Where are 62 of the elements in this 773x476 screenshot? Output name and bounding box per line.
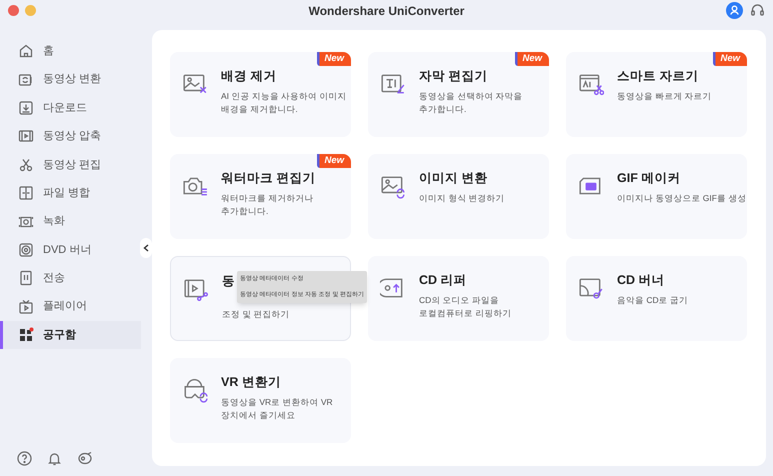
- account-icon[interactable]: [726, 2, 743, 19]
- tool-description: 동영상을 VR로 변환하여 VR 장치에서 즐기세요: [221, 396, 333, 422]
- chat-icon[interactable]: [77, 451, 93, 466]
- toolbox-icon: [18, 327, 34, 344]
- tool-card[interactable]: VR 변환기 동영상을 VR로 변환하여 VR 장치에서 즐기세요: [170, 358, 351, 443]
- tool-title: 자막 편집기: [419, 68, 488, 84]
- sidebar-item[interactable]: DVD 버너: [0, 236, 141, 264]
- new-badge: New: [713, 52, 747, 66]
- tool-description: 동영상을 빠르게 자르기: [617, 90, 712, 103]
- tool-card[interactable]: CD 버너 음악을 CD로 굽기: [566, 256, 747, 341]
- window-title: Wondershare UniConverter: [308, 3, 464, 20]
- tool-description: 음악을 CD로 굽기: [617, 294, 688, 307]
- sidebar-item[interactable]: 동영상 압축: [0, 122, 141, 151]
- tool-title: VR 변환기: [221, 374, 281, 390]
- tool-card[interactable]: GIF 메이커 이미지나 동영상으로 GIF를 생성: [566, 154, 747, 239]
- tool-description: 조정 및 편집하기: [222, 308, 290, 321]
- new-badge: New: [317, 154, 351, 168]
- sidebar-item[interactable]: 전송: [0, 264, 141, 293]
- tool-description: 이미지나 동영상으로 GIF를 생성: [617, 192, 746, 205]
- tool-card[interactable]: 이미지 변환 이미지 형식 변경하기: [368, 154, 549, 239]
- chevron-left-icon: [143, 244, 149, 252]
- tool-card[interactable]: 스마트 자르기 동영상을 빠르게 자르기 New: [566, 52, 747, 137]
- tool-description: 워터마크를 제거하거나 추가합니다.: [221, 192, 314, 218]
- video-convert-icon: [18, 72, 34, 88]
- tool-description: AI 인공 지능을 사용하여 이미지 배경을 제거합니다.: [221, 90, 346, 116]
- collapse-button[interactable]: [140, 238, 152, 258]
- tool-card[interactable]: 배경 제거 AI 인공 지능을 사용하여 이미지 배경을 제거합니다. New: [170, 52, 351, 137]
- tool-title: CD 버너: [617, 272, 665, 288]
- headset-icon[interactable]: [750, 3, 765, 18]
- tool-description: 이미지 형식 변경하기: [419, 192, 505, 205]
- sidebar-item[interactable]: 홈: [0, 37, 141, 66]
- tool-card[interactable]: CD 리퍼 CD의 오디오 파일을 로컬컴퓨터로 리핑하기: [368, 256, 549, 341]
- tool-description: CD의 오디오 파일을 로컬컴퓨터로 리핑하기: [419, 294, 512, 320]
- home-icon: [18, 43, 34, 60]
- new-badge: New: [317, 52, 351, 66]
- sidebar-item[interactable]: 녹화: [0, 207, 141, 236]
- new-badge: New: [515, 52, 549, 66]
- tool-title: CD 리퍼: [419, 272, 467, 288]
- scissors-icon: [18, 156, 34, 173]
- tool-title: 동: [222, 273, 235, 289]
- bell-icon[interactable]: [47, 451, 62, 466]
- tool-title: 스마트 자르기: [617, 68, 698, 84]
- tool-title: 이미지 변환: [419, 170, 488, 186]
- video-compress-icon: [18, 128, 34, 144]
- sidebar-item[interactable]: 동영상 편집: [0, 150, 141, 179]
- sidebar-item[interactable]: 플레이어: [0, 292, 141, 321]
- tool-card[interactable]: 자막 편집기 동영상을 선택하여 자막을 추가합니다. New: [368, 52, 549, 137]
- sidebar-item[interactable]: 공구함: [0, 320, 141, 350]
- merge-icon: [18, 185, 34, 202]
- download-icon: [18, 100, 34, 116]
- transfer-icon: [18, 270, 34, 286]
- sidebar-item[interactable]: 파일 병합: [0, 178, 141, 208]
- tool-title: 워터마크 편집기: [221, 170, 316, 186]
- tool-card[interactable]: 워터마크 편집기 워터마크를 제거하거나 추가합니다. New: [170, 154, 351, 239]
- tool-title: 배경 제거: [221, 68, 276, 84]
- tool-description: 동영상을 선택하여 자막을 추가합니다.: [419, 90, 523, 116]
- sidebar-item[interactable]: 다운로드: [0, 94, 141, 122]
- tool-title: GIF 메이커: [617, 170, 680, 186]
- help-icon[interactable]: [17, 451, 32, 466]
- sidebar-item[interactable]: 동영상 변환: [0, 65, 141, 94]
- player-icon: [18, 298, 34, 315]
- vr-icon: [182, 377, 208, 403]
